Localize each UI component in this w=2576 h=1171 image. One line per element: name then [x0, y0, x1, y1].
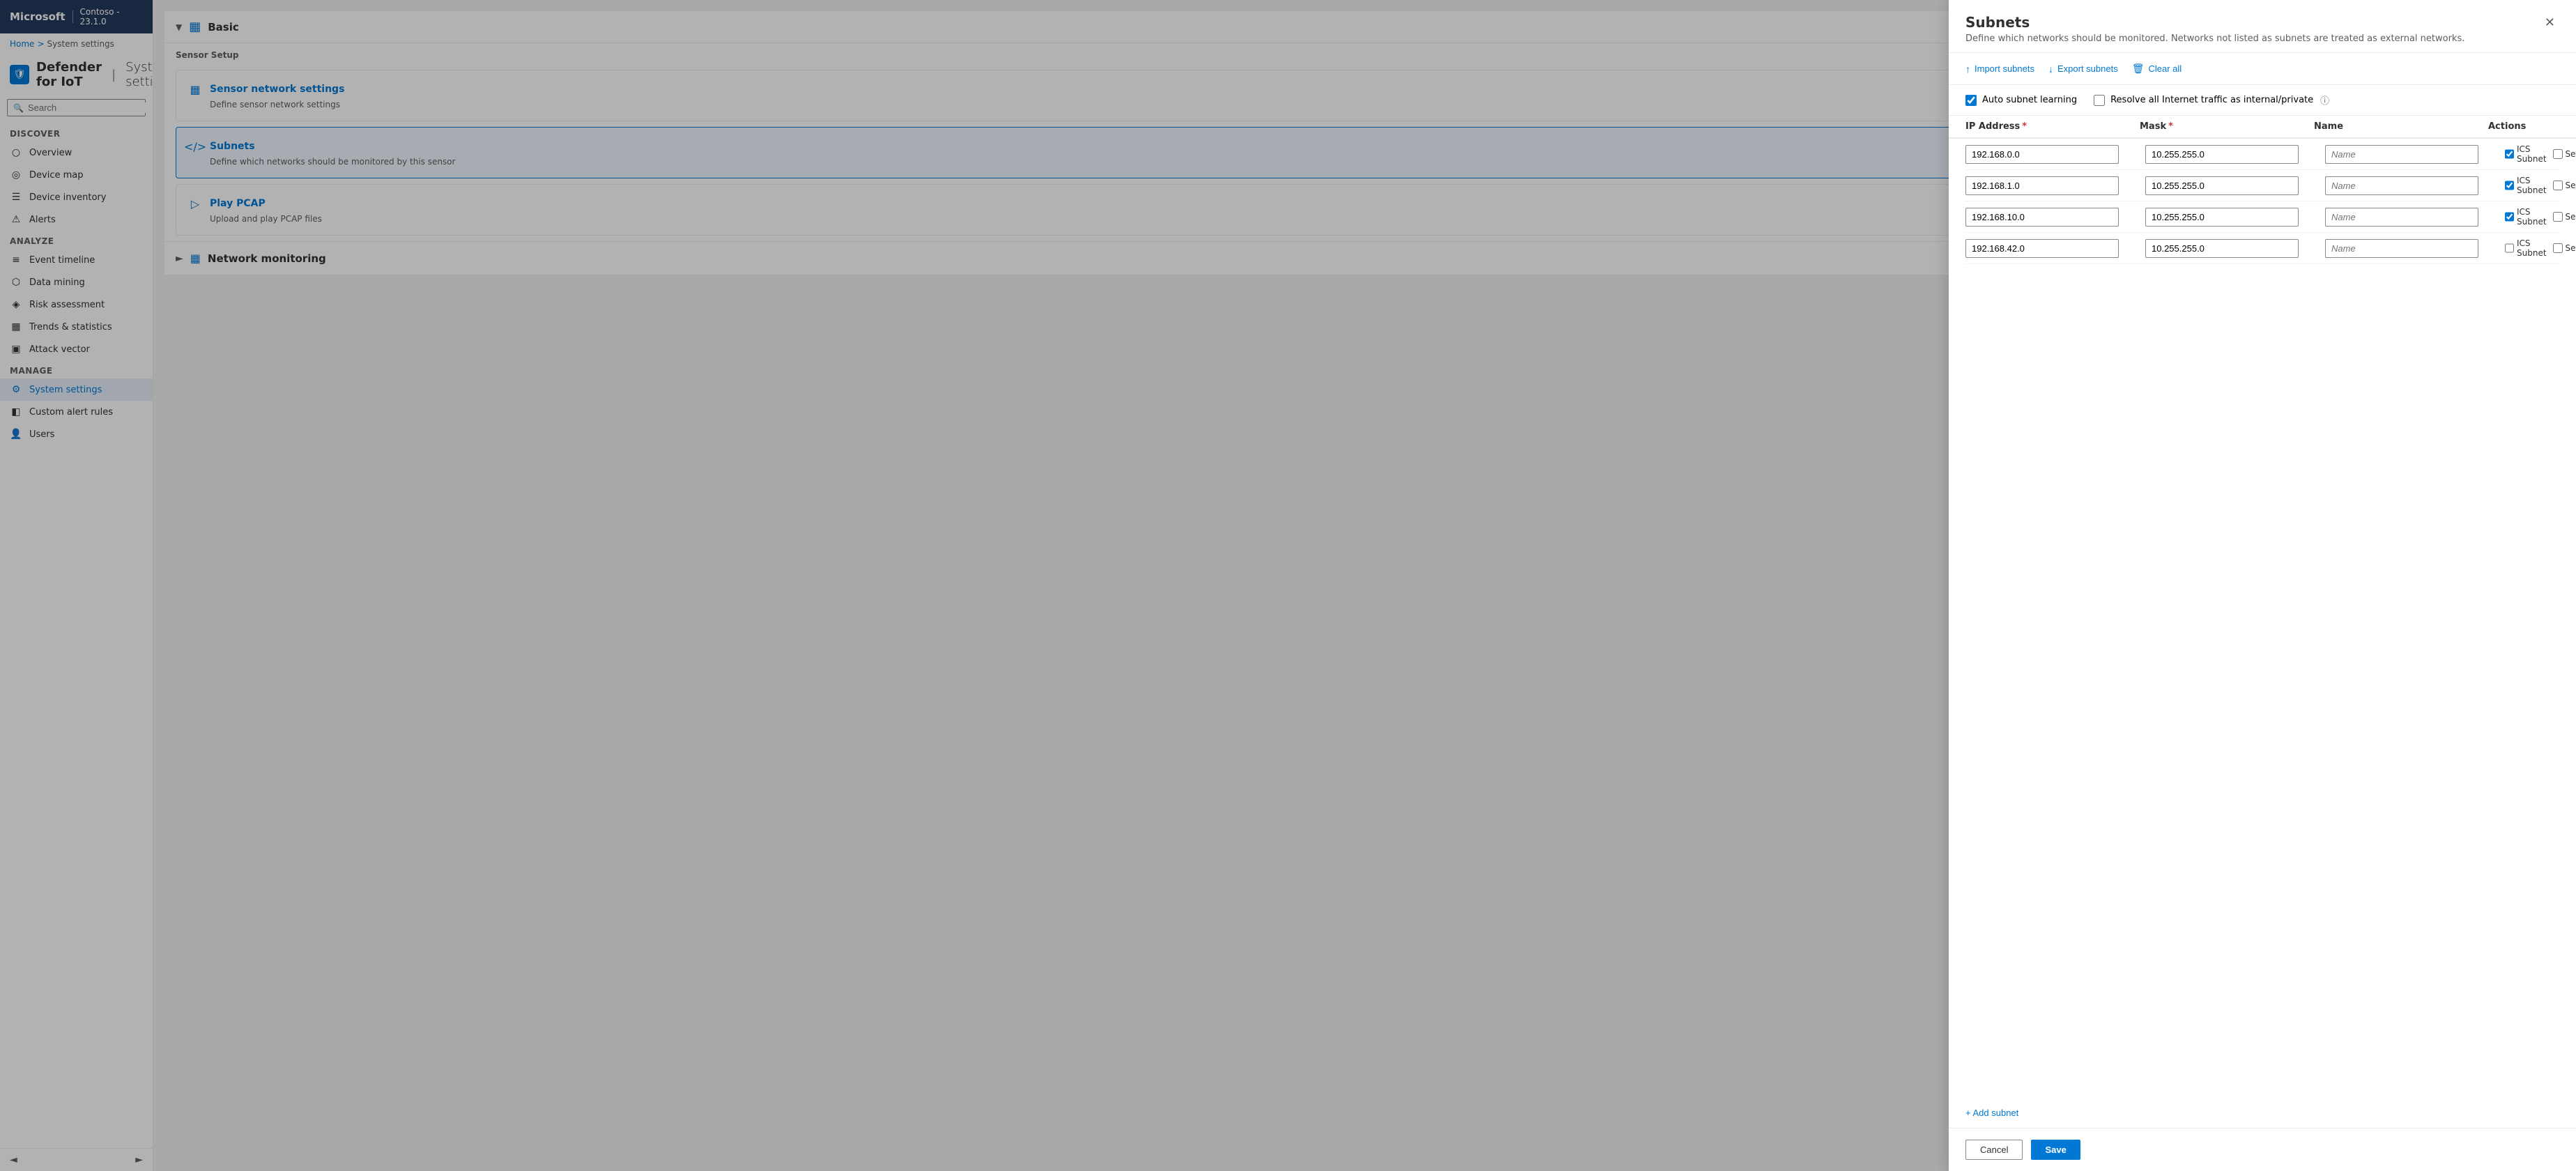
ics-subnet-checkbox-1[interactable]	[2505, 149, 2514, 159]
auto-subnet-learning-label[interactable]: Auto subnet learning	[1965, 95, 2077, 106]
subnets-panel: Subnets Define which networks should be …	[1949, 0, 2576, 1171]
ics-subnet-label-2[interactable]: ICS Subnet	[2505, 176, 2547, 195]
add-subnet-button[interactable]: + Add subnet	[1965, 1101, 2559, 1125]
actions-cell-2: ICS Subnet Segregated 🗑	[2505, 176, 2576, 195]
import-icon: ↑	[1965, 63, 1970, 75]
mask-input-4[interactable]	[2145, 239, 2299, 258]
overlay-footer: Cancel Save	[1949, 1128, 2576, 1171]
mask-input-1[interactable]	[2145, 145, 2299, 164]
name-input-4[interactable]	[2325, 239, 2478, 258]
table-row: ICS Subnet Segregated 🗑	[1965, 233, 2559, 264]
import-subnets-button[interactable]: ↑ Import subnets	[1965, 61, 2034, 77]
table-row: ICS Subnet Segregated 🗑	[1965, 201, 2559, 233]
ics-subnet-checkbox-3[interactable]	[2505, 212, 2514, 222]
overlay-header: Subnets Define which networks should be …	[1949, 0, 2576, 53]
export-subnets-button[interactable]: ↓ Export subnets	[2048, 61, 2118, 77]
table-row: ICS Subnet Segregated 🗑	[1965, 139, 2559, 170]
name-input-1[interactable]	[2325, 145, 2478, 164]
ip-input-3[interactable]	[1965, 208, 2119, 227]
cancel-button[interactable]: Cancel	[1965, 1140, 2023, 1160]
ip-input-2[interactable]	[1965, 176, 2119, 195]
subnet-rows: ICS Subnet Segregated 🗑 ICS Subnet	[1949, 139, 2576, 1098]
segregated-label-4[interactable]: Segregated	[2553, 243, 2576, 253]
overlay-desc: Define which networks should be monitore…	[1965, 33, 2464, 44]
name-input-2[interactable]	[2325, 176, 2478, 195]
seg-label: Segregated	[2566, 243, 2576, 253]
overlay-toolbar: ↑ Import subnets ↓ Export subnets 🗑 Clea…	[1949, 53, 2576, 85]
col-mask-header: Mask*	[2140, 121, 2314, 132]
actions-cell-1: ICS Subnet Segregated 🗑	[2505, 144, 2576, 164]
info-icon: ⓘ	[2320, 93, 2329, 107]
seg-label: Segregated	[2566, 149, 2576, 159]
resolve-internet-checkbox[interactable]	[2094, 95, 2105, 106]
ip-input-4[interactable]	[1965, 239, 2119, 258]
segregated-label-1[interactable]: Segregated	[2553, 149, 2576, 159]
ics-subnet-label-4[interactable]: ICS Subnet	[2505, 238, 2547, 258]
ics-label: ICS Subnet	[2517, 144, 2547, 164]
auto-subnet-text: Auto subnet learning	[1982, 95, 2077, 105]
ics-subnet-checkbox-2[interactable]	[2505, 181, 2514, 190]
seg-label: Segregated	[2566, 181, 2576, 190]
segregated-label-3[interactable]: Segregated	[2553, 212, 2576, 222]
name-input-3[interactable]	[2325, 208, 2478, 227]
resolve-internet-label[interactable]: Resolve all Internet traffic as internal…	[2094, 93, 2329, 107]
ip-input-1[interactable]	[1965, 145, 2119, 164]
clear-icon: 🗑	[2132, 63, 2145, 75]
table-header: IP Address* Mask* Name Actions	[1949, 116, 2576, 139]
auto-subnet-checkbox[interactable]	[1965, 95, 1977, 106]
save-button[interactable]: Save	[2031, 1140, 2080, 1160]
ics-subnet-label-1[interactable]: ICS Subnet	[2505, 144, 2547, 164]
ics-label: ICS Subnet	[2517, 176, 2547, 195]
resolve-internet-text: Resolve all Internet traffic as internal…	[2110, 95, 2313, 105]
segregated-checkbox-1[interactable]	[2553, 149, 2563, 159]
col-name-header: Name	[2314, 121, 2488, 132]
ics-subnet-label-3[interactable]: ICS Subnet	[2505, 207, 2547, 227]
seg-label: Segregated	[2566, 212, 2576, 222]
close-button[interactable]: ✕	[2540, 14, 2559, 31]
import-label: Import subnets	[1975, 63, 2034, 74]
segregated-checkbox-4[interactable]	[2553, 243, 2563, 253]
actions-cell-4: ICS Subnet Segregated 🗑	[2505, 238, 2576, 258]
mask-input-2[interactable]	[2145, 176, 2299, 195]
add-subnet-text: + Add subnet	[1965, 1108, 2018, 1118]
clear-all-button[interactable]: 🗑 Clear all	[2132, 60, 2182, 77]
actions-cell-3: ICS Subnet Segregated 🗑	[2505, 207, 2576, 227]
clear-label: Clear all	[2149, 63, 2182, 74]
mask-input-3[interactable]	[2145, 208, 2299, 227]
segregated-checkbox-2[interactable]	[2553, 181, 2563, 190]
export-icon: ↓	[2048, 63, 2053, 75]
col-ip-header: IP Address*	[1965, 121, 2140, 132]
ics-subnet-checkbox-4[interactable]	[2505, 243, 2514, 253]
segregated-label-2[interactable]: Segregated	[2553, 181, 2576, 190]
col-actions-header: Actions	[2488, 121, 2559, 132]
ics-label: ICS Subnet	[2517, 207, 2547, 227]
segregated-checkbox-3[interactable]	[2553, 212, 2563, 222]
ics-label: ICS Subnet	[2517, 238, 2547, 258]
overlay-title: Subnets	[1965, 14, 2464, 31]
options-row: Auto subnet learning Resolve all Interne…	[1949, 85, 2576, 116]
table-row: ICS Subnet Segregated 🗑	[1965, 170, 2559, 201]
export-label: Export subnets	[2057, 63, 2118, 74]
